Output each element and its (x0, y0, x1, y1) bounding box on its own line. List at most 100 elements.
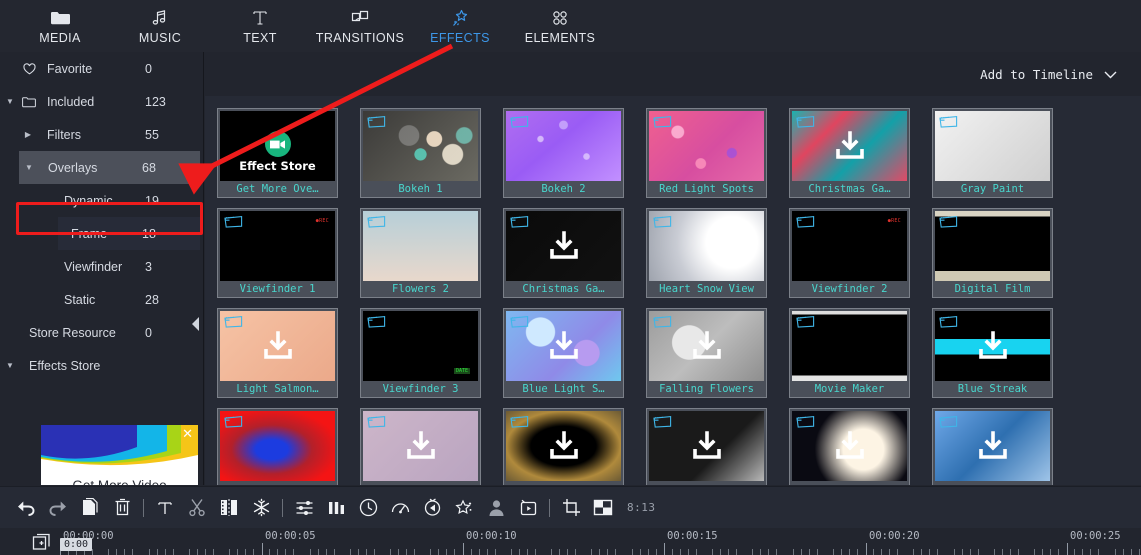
effect-thumbnail-image[interactable] (935, 311, 1050, 381)
effect-item[interactable]: Light Salmon… (217, 308, 338, 398)
effect-thumbnail-frame[interactable]: Effect Store Get More Ove… (217, 108, 338, 198)
effect-item[interactable]: Bokeh 1 (360, 108, 481, 198)
add-track-icon[interactable] (32, 532, 52, 552)
effect-thumbnail-frame[interactable]: Gray Paint (932, 108, 1053, 198)
chevron-right-icon[interactable]: ▶ (18, 130, 38, 139)
effect-thumbnail-frame[interactable]: Light Salmon… (217, 308, 338, 398)
effect-thumbnail-frame[interactable] (789, 408, 910, 485)
effect-thumbnail-image[interactable] (363, 411, 478, 481)
effect-item[interactable] (646, 408, 767, 485)
effect-thumbnail-image[interactable] (220, 311, 335, 381)
chevron-down-icon[interactable]: ▼ (0, 361, 20, 370)
effect-item[interactable]: Heart Snow View (646, 208, 767, 298)
effect-thumbnail-image[interactable] (506, 111, 621, 181)
equalizer-icon[interactable] (320, 492, 352, 524)
effect-item[interactable]: Falling Flowers (646, 308, 767, 398)
effect-thumbnail-image[interactable] (506, 411, 621, 481)
effect-item[interactable] (360, 408, 481, 485)
effect-thumbnail-frame[interactable]: Christmas Ga… (789, 108, 910, 198)
effect-thumbnail-image[interactable] (506, 311, 621, 381)
color-adjust-icon[interactable] (288, 492, 320, 524)
effect-item[interactable]: REC Viewfinder 2 (789, 208, 910, 298)
effect-item[interactable]: Bokeh 2 (503, 108, 624, 198)
effect-thumbnail-image[interactable]: REC (792, 211, 907, 281)
sidebar-item-overlays[interactable]: ▼ Overlays 68 (19, 151, 200, 184)
add-to-timeline-button[interactable]: Add to Timeline (980, 67, 1117, 82)
undo-icon[interactable] (10, 492, 42, 524)
effect-item[interactable]: Effect Store Get More Ove… (217, 108, 338, 198)
effect-thumbnail-image[interactable] (792, 411, 907, 481)
promo-close-icon[interactable]: ✕ (182, 427, 193, 440)
portrait-person-icon[interactable] (480, 492, 512, 524)
effect-thumbnail-image[interactable] (935, 111, 1050, 181)
effect-item[interactable]: Gray Paint (932, 108, 1053, 198)
time-ruler[interactable]: 00:00:00 00:00:05 00:00:10 00:00:15 00:00:20… (60, 528, 1141, 555)
effect-thumbnail-frame[interactable] (646, 408, 767, 485)
tab-music[interactable]: MUSIC (110, 0, 210, 52)
effect-item[interactable]: Digital Film (932, 208, 1053, 298)
delete-trash-icon[interactable] (106, 492, 138, 524)
effect-item[interactable]: Red Light Spots (646, 108, 767, 198)
effect-thumbnail-frame[interactable] (932, 408, 1053, 485)
effect-thumbnail-frame[interactable]: Digital Film (932, 208, 1053, 298)
sidebar-item-included[interactable]: ▼ Included 123 (0, 85, 203, 118)
tab-media[interactable]: MEDIA (10, 0, 110, 52)
effect-thumbnail-frame[interactable]: REC Viewfinder 1 (217, 208, 338, 298)
chevron-down-icon[interactable] (1104, 67, 1117, 82)
redo-icon[interactable] (42, 492, 74, 524)
loop-clip-icon[interactable] (512, 492, 544, 524)
effect-thumbnail-frame[interactable]: Bokeh 1 (360, 108, 481, 198)
effect-thumbnail-frame[interactable]: REC Viewfinder 2 (789, 208, 910, 298)
effect-thumbnail-frame[interactable] (360, 408, 481, 485)
effect-item[interactable]: Christmas Ga… (503, 208, 624, 298)
effect-thumbnail-image[interactable] (363, 111, 478, 181)
sidebar-item-filters[interactable]: ▶ Filters 55 (0, 118, 203, 151)
effect-item[interactable] (932, 408, 1053, 485)
clock-duration-icon[interactable] (352, 492, 384, 524)
effect-thumbnail-image[interactable] (506, 211, 621, 281)
tab-text[interactable]: TEXT (210, 0, 310, 52)
sidebar-item-viewfinder[interactable]: Viewfinder 3 (0, 250, 203, 283)
collapse-left-arrow-icon[interactable] (190, 310, 202, 338)
effect-thumbnail-image[interactable]: Effect Store (220, 111, 335, 181)
effect-thumbnail-frame[interactable]: Bokeh 2 (503, 108, 624, 198)
sidebar-item-static[interactable]: Static 28 (0, 283, 203, 316)
effect-item[interactable]: Christmas Ga… (789, 108, 910, 198)
copy-icon[interactable] (74, 492, 106, 524)
effect-thumbnail-image[interactable] (649, 211, 764, 281)
sidebar-item-effects-store[interactable]: ▼ Effects Store (0, 349, 203, 382)
effect-item[interactable]: Blue Streak (932, 308, 1053, 398)
effect-thumbnail-frame[interactable]: DATE Viewfinder 3 (360, 308, 481, 398)
effect-thumbnail-image[interactable] (649, 111, 764, 181)
effect-thumbnail-image[interactable] (935, 211, 1050, 281)
effect-thumbnail-image[interactable] (649, 311, 764, 381)
effect-thumbnail-image[interactable] (649, 411, 764, 481)
scissors-cut-icon[interactable] (181, 492, 213, 524)
effect-thumbnail-frame[interactable]: Blue Light S… (503, 308, 624, 398)
effect-item[interactable]: Flowers 2 (360, 208, 481, 298)
effect-thumbnail-frame[interactable]: Christmas Ga… (503, 208, 624, 298)
star-effect-icon[interactable] (448, 492, 480, 524)
effect-thumbnail-frame[interactable] (217, 408, 338, 485)
playhead-time-chip[interactable]: 0:00 (60, 538, 93, 551)
effect-item[interactable] (503, 408, 624, 485)
freeze-snowflake-icon[interactable] (245, 492, 277, 524)
effect-item[interactable] (217, 408, 338, 485)
sidebar-item-store-resource[interactable]: Store Resource 0 (0, 316, 203, 349)
effect-thumbnail-frame[interactable]: Heart Snow View (646, 208, 767, 298)
effect-thumbnail-image[interactable]: REC (220, 211, 335, 281)
text-t-icon[interactable] (149, 492, 181, 524)
effect-thumbnail-frame[interactable] (503, 408, 624, 485)
chevron-down-icon[interactable]: ▼ (0, 97, 20, 106)
effect-item[interactable]: Blue Light S… (503, 308, 624, 398)
sidebar-item-frame[interactable]: Frame 18 (58, 217, 200, 250)
sidebar-item-favorite[interactable]: Favorite 0 (0, 52, 203, 85)
effect-thumbnail-image[interactable] (935, 411, 1050, 481)
effect-thumbnail-frame[interactable]: Blue Streak (932, 308, 1053, 398)
effect-item[interactable] (789, 408, 910, 485)
pip-mask-icon[interactable] (587, 492, 619, 524)
effect-thumbnail-image[interactable] (363, 211, 478, 281)
effect-item[interactable]: DATE Viewfinder 3 (360, 308, 481, 398)
effect-thumbnail-frame[interactable]: Red Light Spots (646, 108, 767, 198)
chevron-down-icon[interactable]: ▼ (19, 163, 39, 172)
